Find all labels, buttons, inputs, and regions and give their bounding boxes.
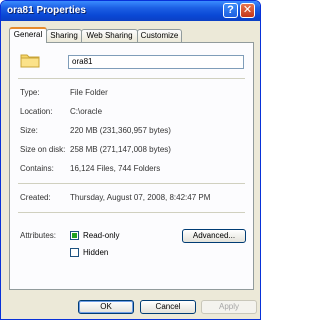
title-bar[interactable]: ora81 Properties ? ✕ [1,1,260,21]
help-button[interactable]: ? [223,3,238,18]
divider [18,183,245,184]
close-button[interactable]: ✕ [240,3,255,18]
attributes-label: Attributes: [20,231,57,240]
location-value: C:\oracle [70,107,103,116]
divider [18,78,245,79]
tab-general[interactable]: General [9,27,47,43]
cancel-button[interactable]: Cancel [140,300,196,314]
ok-button[interactable]: OK [78,300,134,314]
location-label: Location: [20,107,53,116]
hidden-label[interactable]: Hidden [83,248,108,257]
size-on-disk-value: 258 MB (271,147,008 bytes) [70,145,171,154]
hidden-checkbox[interactable] [70,248,79,257]
readonly-label[interactable]: Read-only [83,231,119,240]
contains-value: 16,124 Files, 744 Folders [70,164,161,173]
tab-web-sharing[interactable]: Web Sharing [81,29,138,42]
advanced-button[interactable]: Advanced... [182,229,246,243]
size-on-disk-label: Size on disk: [20,145,66,154]
contains-label: Contains: [20,164,54,173]
tab-customize[interactable]: Customize [137,29,182,42]
apply-button[interactable]: Apply [201,300,257,314]
general-panel: ora81 Type: File Folder Location: C:\ora… [9,42,254,290]
folder-icon [20,54,40,68]
type-label: Type: [20,88,40,97]
size-value: 220 MB (231,360,957 bytes) [70,126,171,135]
tab-strip: General Sharing Web Sharing Customize [9,27,254,43]
type-value: File Folder [70,88,108,97]
tab-sharing[interactable]: Sharing [46,29,82,42]
readonly-checkbox[interactable] [70,231,79,240]
divider [18,212,245,213]
created-label: Created: [20,193,51,202]
properties-dialog: ora81 Properties ? ✕ General Sharing Web… [0,0,261,320]
size-label: Size: [20,126,38,135]
window-title: ora81 Properties [7,5,86,16]
folder-name-input[interactable]: ora81 [68,55,244,69]
created-value: Thursday, August 07, 2008, 8:42:47 PM [70,193,211,202]
